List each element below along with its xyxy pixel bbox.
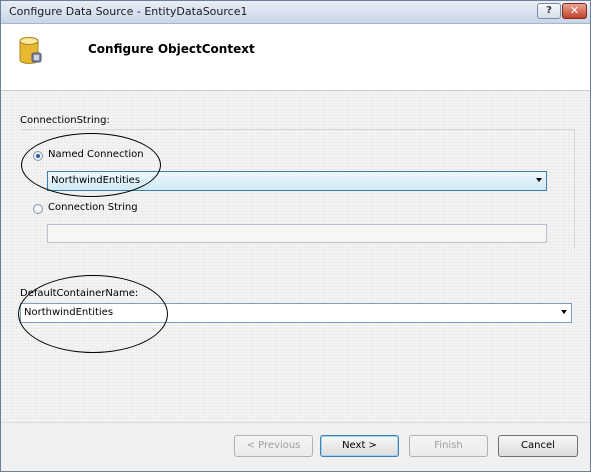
connection-string-option-label[interactable]: Connection String xyxy=(48,202,138,213)
connection-string-radio[interactable] xyxy=(33,204,43,214)
wizard-header: Configure ObjectContext xyxy=(1,24,590,91)
title-bar[interactable]: Configure Data Source - EntityDataSource… xyxy=(1,1,590,24)
default-container-label: DefaultContainerName: xyxy=(20,288,139,299)
named-connection-radio[interactable] xyxy=(33,151,43,161)
named-connection-label[interactable]: Named Connection xyxy=(48,149,144,160)
previous-button[interactable]: < Previous xyxy=(234,435,313,457)
chevron-down-icon xyxy=(561,310,567,314)
default-container-dropdown[interactable]: NorthwindEntities xyxy=(20,303,572,323)
chevron-down-icon xyxy=(536,178,542,182)
database-icon xyxy=(19,37,42,64)
page-heading: Configure ObjectContext xyxy=(88,42,255,56)
named-connection-value: NorthwindEntities xyxy=(51,175,141,186)
connection-string-input[interactable] xyxy=(47,224,547,243)
help-button[interactable]: ? xyxy=(537,3,561,19)
default-container-value: NorthwindEntities xyxy=(24,307,114,318)
named-connection-dropdown[interactable]: NorthwindEntities xyxy=(47,171,547,191)
finish-button[interactable]: Finish xyxy=(409,435,488,457)
cancel-button[interactable]: Cancel xyxy=(498,435,578,457)
wizard-footer: < Previous Next > Finish Cancel xyxy=(1,422,590,471)
close-button[interactable]: ✕ xyxy=(562,3,587,19)
next-button[interactable]: Next > xyxy=(320,435,399,457)
window-title: Configure Data Source - EntityDataSource… xyxy=(9,5,248,18)
wizard-body: ConnectionString: Named Connection North… xyxy=(1,91,590,422)
dialog-window: Configure Data Source - EntityDataSource… xyxy=(0,0,591,472)
connection-string-label: ConnectionString: xyxy=(20,115,110,126)
